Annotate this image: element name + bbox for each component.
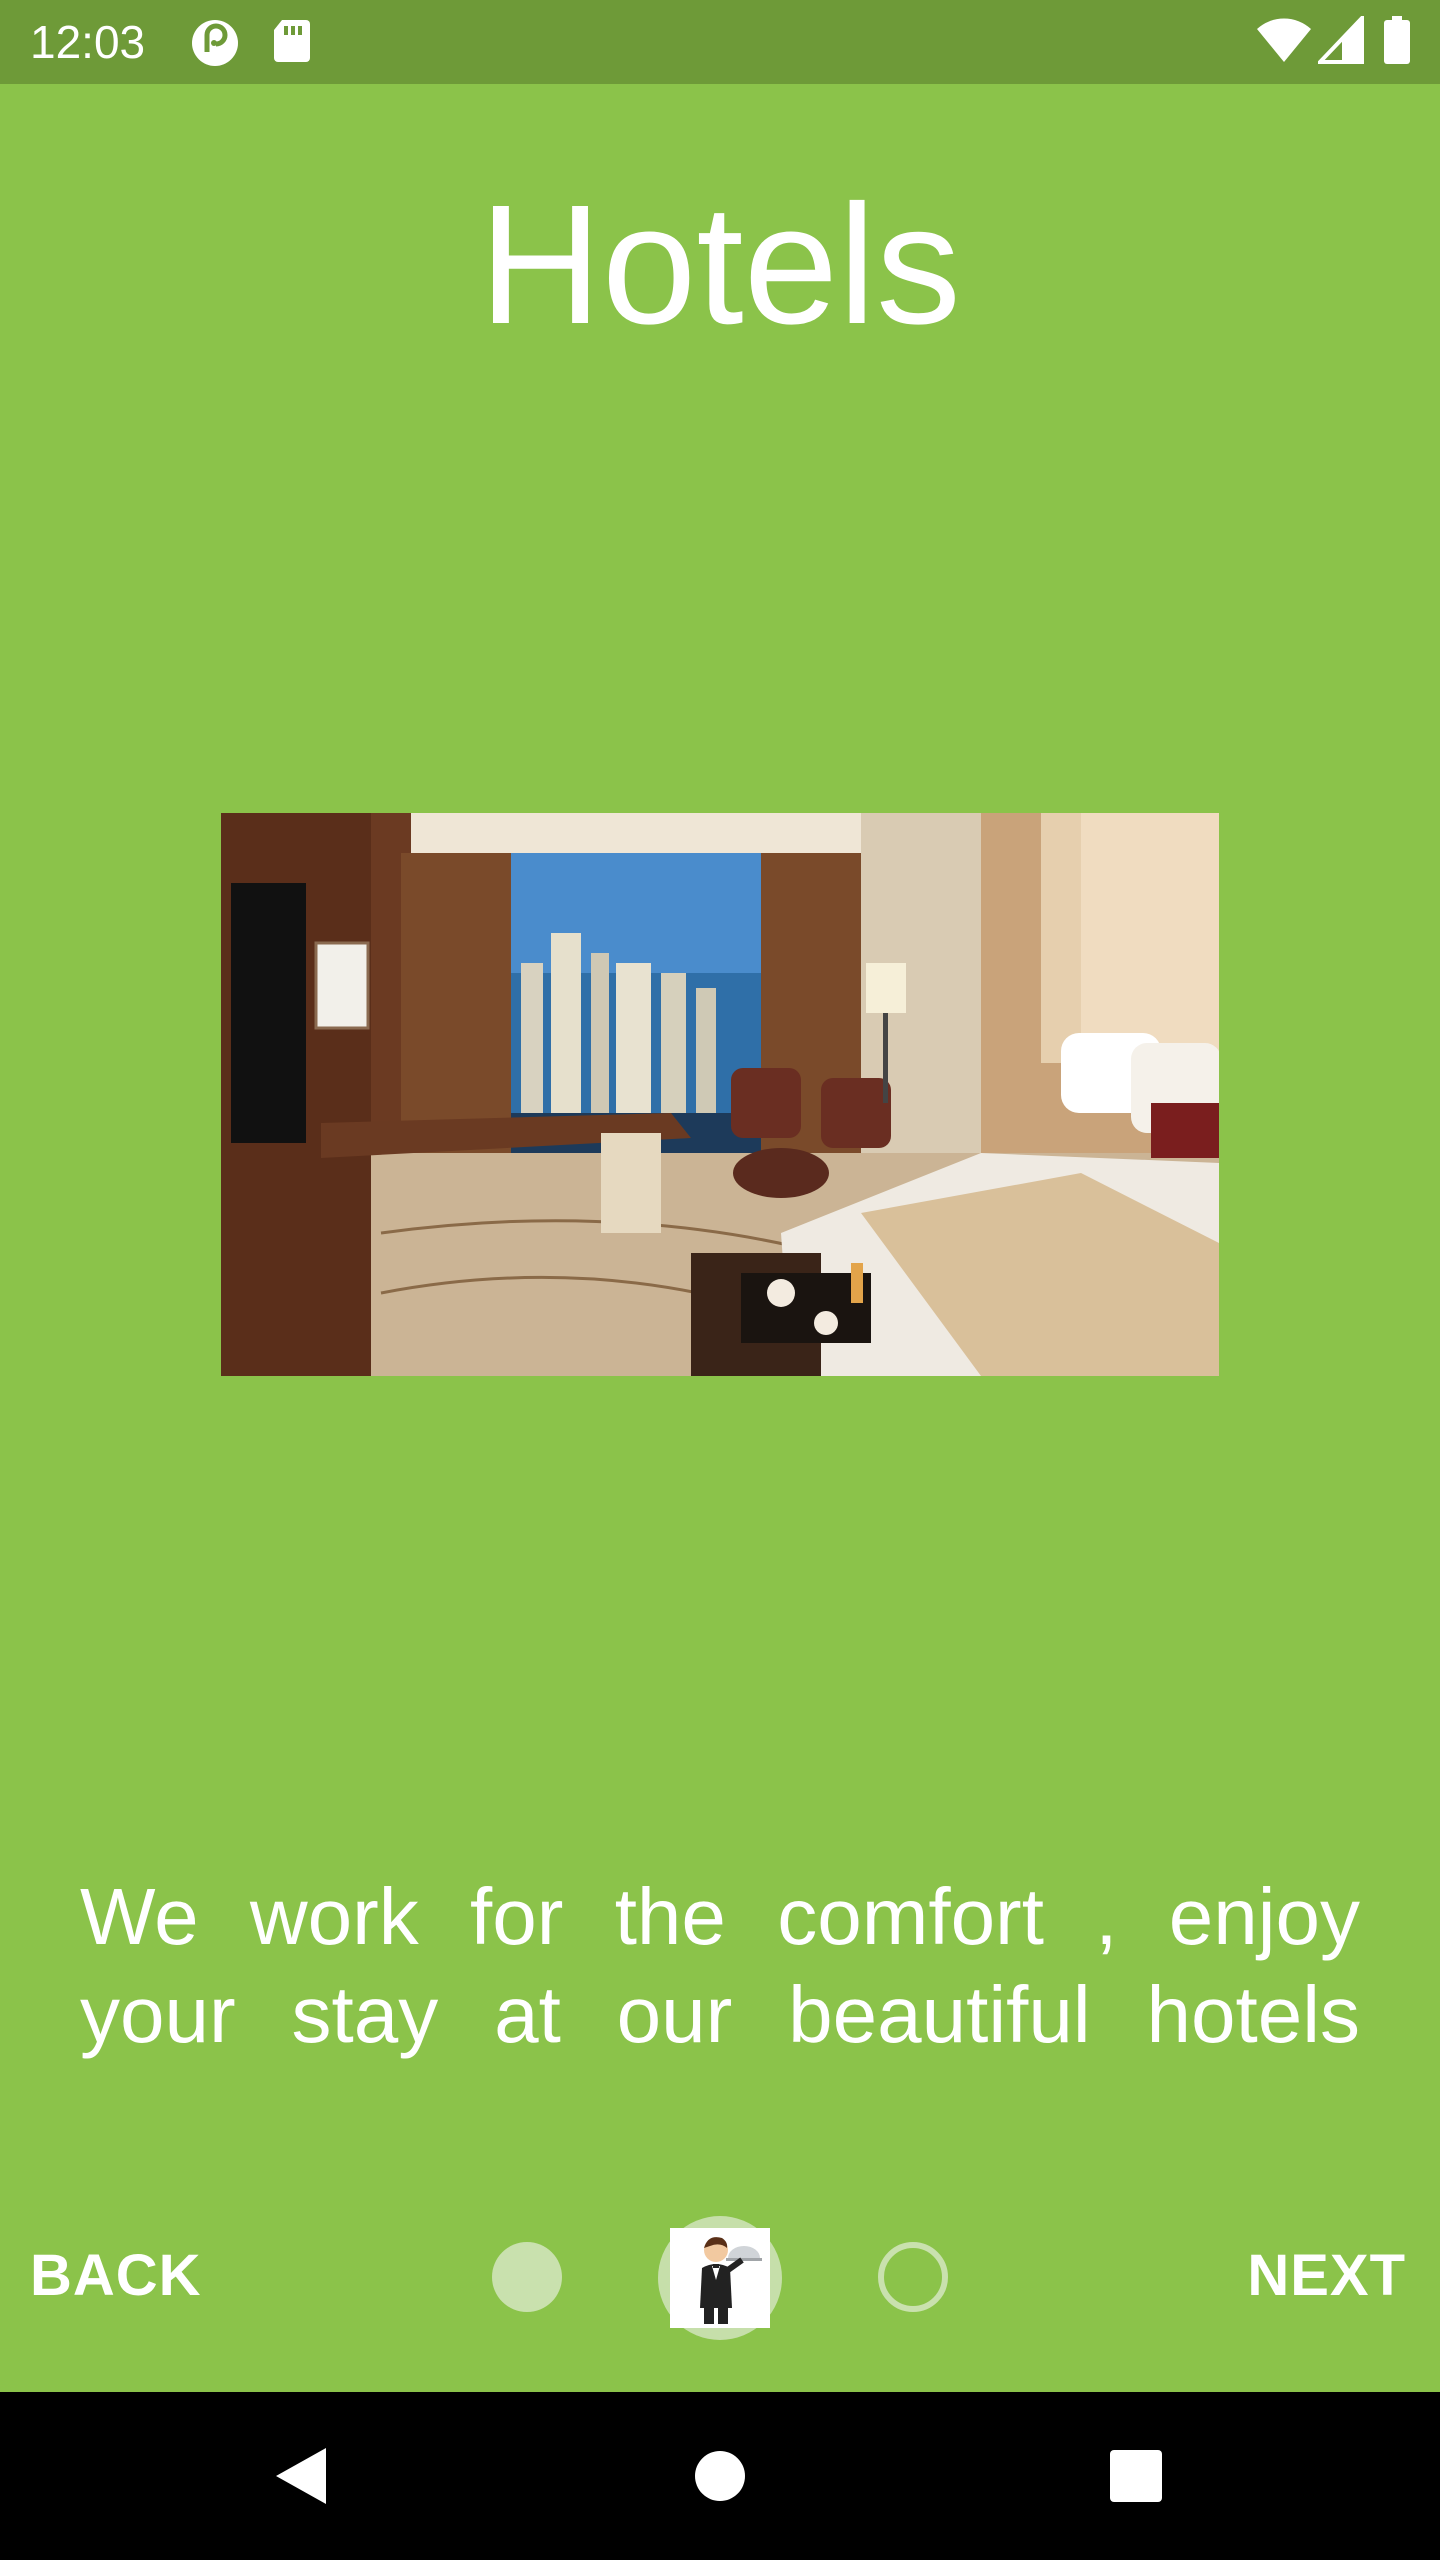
page-indicator-dot-1[interactable] [492,2242,562,2312]
page-title: Hotels [479,170,961,360]
pocket-casts-icon [190,18,240,68]
page-indicator-dot-3[interactable] [878,2242,948,2312]
system-nav-bar [0,2392,1440,2560]
back-button[interactable]: BACK [30,2236,202,2316]
sd-card-icon [272,18,322,68]
back-triangle-icon[interactable] [218,2392,386,2560]
battery-icon [1383,16,1433,66]
recents-square-icon[interactable] [1052,2392,1220,2560]
hotel-room-image [221,813,1219,1376]
page-description: We work for the comfort , enjoy your sta… [80,1872,1360,2059]
next-button[interactable]: NEXT [1247,2236,1406,2316]
cell-signal-icon [1315,13,1368,66]
page-indicator-dot-2-active[interactable] [658,2216,782,2340]
waiter-icon [670,2228,770,2328]
status-time: 12:03 [30,16,146,68]
status-bar: 12:03 [0,0,1440,84]
wifi-icon [1256,16,1311,66]
home-circle-icon[interactable] [636,2392,804,2560]
onboarding-screen: 12:03 Hotels We work for the comfort , e… [0,0,1440,2560]
